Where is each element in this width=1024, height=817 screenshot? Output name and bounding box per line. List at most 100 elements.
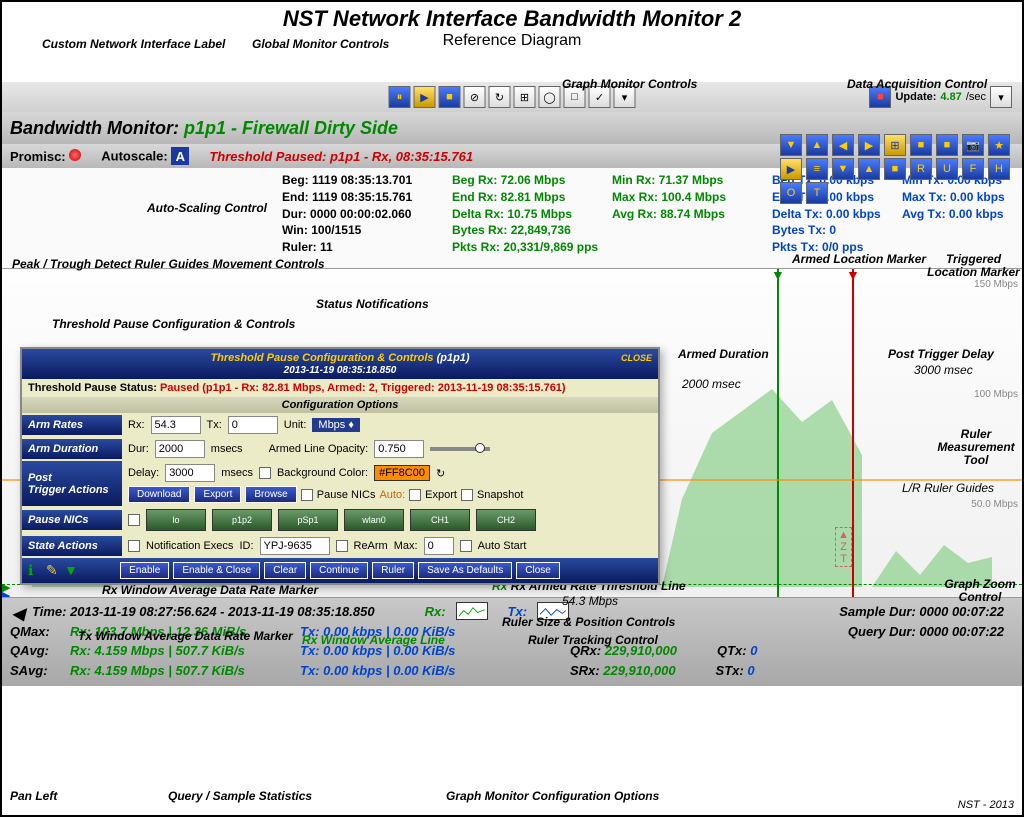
opacity-input[interactable]: [374, 440, 424, 458]
nic-ch2[interactable]: CH2: [476, 509, 536, 531]
gc-h[interactable]: H: [988, 158, 1010, 180]
gc-sq1[interactable]: ■: [910, 134, 932, 156]
gc-f[interactable]: F: [962, 158, 984, 180]
circle-button[interactable]: ◯: [539, 86, 561, 108]
bg-checkbox[interactable]: [259, 467, 271, 479]
unit-select[interactable]: Mbps ♦: [312, 418, 360, 432]
tx-marker-icon: ▶: [2, 589, 10, 598]
auto-export-cb[interactable]: [409, 489, 421, 501]
browse-button[interactable]: Browse: [245, 486, 296, 503]
nic-p1p2[interactable]: p1p2: [212, 509, 272, 531]
save-defaults-button[interactable]: Save As Defaults: [418, 562, 512, 579]
arm-dur-input[interactable]: [155, 440, 205, 458]
gc-play[interactable]: ▶: [780, 158, 802, 180]
gc-bars[interactable]: ≡: [806, 158, 828, 180]
grid-button[interactable]: ⊞: [514, 86, 536, 108]
bg-color-swatch[interactable]: #FF8C00: [374, 465, 430, 481]
zoom-control[interactable]: ▲ZT: [835, 527, 852, 567]
clear-button[interactable]: Clear: [264, 562, 306, 579]
reset-button[interactable]: ⊘: [464, 86, 486, 108]
reset-color-icon[interactable]: ↻: [436, 467, 445, 480]
nic-ch1[interactable]: CH1: [410, 509, 470, 531]
pan-left-button[interactable]: ◀: [12, 604, 24, 624]
callout-post-trigger: Post Trigger Delay: [888, 348, 994, 361]
gc-grid[interactable]: ⊞: [884, 134, 906, 156]
armed-marker-icon: ▼: [771, 268, 785, 283]
close-button[interactable]: Close: [516, 562, 560, 579]
refresh-button[interactable]: ↻: [489, 86, 511, 108]
gc-camera[interactable]: 📷: [962, 134, 984, 156]
continue-button[interactable]: Continue: [310, 562, 368, 579]
rate-down-button[interactable]: ▾: [990, 86, 1012, 108]
pause-nics-cb[interactable]: [301, 489, 313, 501]
callout-rx-armed-val: 54.3 Mbps: [562, 595, 618, 608]
callout-pan-left: Pan Left: [10, 790, 57, 803]
promisc-indicator-icon: [69, 149, 81, 161]
callout-query-stats: Query / Sample Statistics: [168, 790, 312, 803]
callout-ruler-size: Ruler Size & Position Controls: [502, 616, 675, 629]
nic-wlan0[interactable]: wlan0: [344, 509, 404, 531]
stop-button[interactable]: ■: [439, 86, 461, 108]
max-input[interactable]: [424, 537, 454, 555]
autoscale: Autoscale: A: [101, 147, 189, 165]
threshold-status: Threshold Paused: p1p1 - Rx, 08:35:15.76…: [209, 149, 473, 164]
autostart-cb[interactable]: [460, 540, 472, 552]
callout-rx-win-line: Rx Window Average Line: [302, 634, 445, 647]
gc-right[interactable]: ▶: [858, 134, 880, 156]
gc-u[interactable]: U: [936, 158, 958, 180]
download-button[interactable]: Download: [128, 486, 190, 503]
nic-lo[interactable]: lo: [146, 509, 206, 531]
edit-icon[interactable]: ✎: [46, 562, 58, 579]
gc-o[interactable]: O: [780, 182, 802, 204]
rearm-cb[interactable]: [336, 540, 348, 552]
graph-controls-grid: ▼ ▲ ◀ ▶ ⊞ ■ ■ 📷 ★ ▶ ≡ ▼ ▲ ■ R U F H O T: [780, 134, 1012, 204]
gc-up2[interactable]: ▲: [858, 158, 880, 180]
callout-ruler-tool: Ruler Measurement Tool: [930, 428, 1022, 468]
callout-graph-controls: Graph Monitor Controls: [562, 78, 697, 91]
rx-col: Beg Rx: 72.06 MbpsEnd Rx: 82.81 MbpsDelt…: [452, 172, 598, 256]
gc-down2[interactable]: ▼: [832, 158, 854, 180]
gc-up[interactable]: ▲: [806, 134, 828, 156]
arm-tx-input[interactable]: [228, 416, 278, 434]
autoscale-icon[interactable]: A: [171, 147, 189, 165]
play-button[interactable]: ▶: [414, 86, 436, 108]
enable-button[interactable]: Enable: [120, 562, 169, 579]
export-button[interactable]: Export: [194, 486, 241, 503]
info-icon[interactable]: ℹ: [28, 562, 33, 579]
enable-close-button[interactable]: Enable & Close: [173, 562, 260, 579]
nic-all-cb[interactable]: [128, 514, 140, 526]
threshold-config-panel: Threshold Pause Configuration & Controls…: [20, 347, 660, 585]
triggered-marker-icon: ▼: [846, 268, 860, 283]
arm-rates-row: Arm Rates Rx: Tx: Unit: Mbps ♦: [22, 413, 658, 437]
expand-icon[interactable]: ▼: [64, 562, 78, 578]
pause-button[interactable]: ⏸: [389, 86, 411, 108]
opacity-slider[interactable]: [430, 447, 490, 451]
close-icon[interactable]: CLOSE: [621, 353, 652, 363]
callout-ruler-tracking: Ruler Tracking Control: [528, 634, 658, 647]
gc-t[interactable]: T: [806, 182, 828, 204]
delay-input[interactable]: [165, 464, 215, 482]
update-per: /sec: [966, 91, 986, 103]
callout-data-acq: Data Acquisition Control: [847, 78, 987, 91]
snapshot-cb[interactable]: [461, 489, 473, 501]
gc-r2[interactable]: ■: [884, 158, 906, 180]
id-input[interactable]: [260, 537, 330, 555]
y-100: 100 Mbps: [974, 389, 1018, 400]
monitor-title: Bandwidth Monitor: p1p1 - Firewall Dirty…: [10, 118, 398, 139]
callout-triggered-marker: Triggered Location Marker: [925, 253, 1022, 279]
gc-r[interactable]: R: [910, 158, 932, 180]
notif-cb[interactable]: [128, 540, 140, 552]
arm-rx-input[interactable]: [151, 416, 201, 434]
promisc-label: Promisc:: [10, 149, 81, 164]
page-title: NST Network Interface Bandwidth Monitor …: [2, 6, 1022, 32]
ruler-button[interactable]: Ruler: [372, 562, 414, 579]
gc-sq2[interactable]: ■: [936, 134, 958, 156]
gc-left[interactable]: ◀: [832, 134, 854, 156]
gc-star[interactable]: ★: [988, 134, 1010, 156]
timing-col: Beg: 1119 08:35:13.701 End: 1119 08:35:1…: [282, 172, 412, 256]
nic-pSp1[interactable]: pSp1: [278, 509, 338, 531]
update-rate: 4.87: [940, 91, 961, 103]
gc-down[interactable]: ▼: [780, 134, 802, 156]
update-label: Update:: [895, 91, 936, 103]
rx-mini-graph[interactable]: [456, 602, 488, 620]
